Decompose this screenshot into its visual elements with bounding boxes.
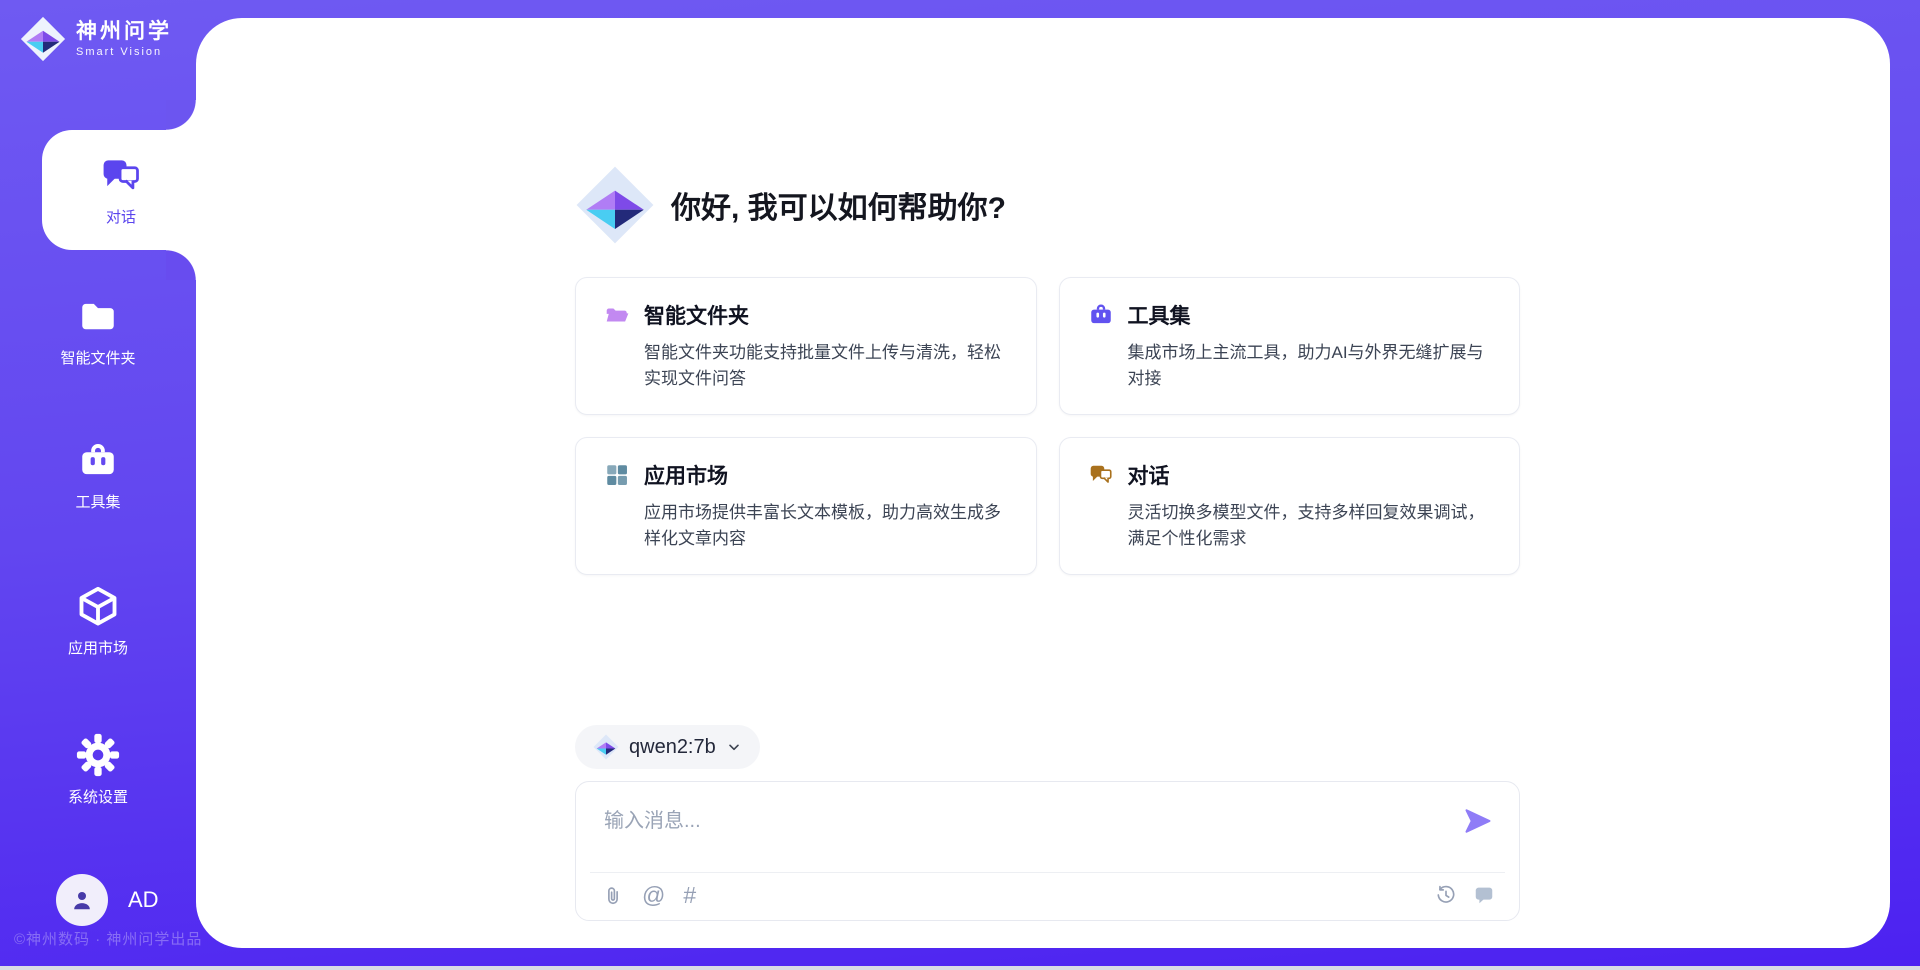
brand-logo-diamond-icon (20, 16, 66, 62)
model-selector[interactable]: qwen2:7b (575, 725, 760, 769)
chat-icon (99, 154, 143, 198)
model-name: qwen2:7b (629, 736, 716, 759)
paperclip-icon (602, 884, 624, 906)
sidebar-item-folders[interactable]: 智能文件夹 (0, 296, 196, 368)
card-description: 集成市场上主流工具，助力AI与外界无缝扩展与对接 (1128, 340, 1492, 392)
sidebar-item-label: 系统设置 (68, 786, 128, 807)
card-description: 智能文件夹功能支持批量文件上传与清洗，轻松实现文件问答 (644, 340, 1008, 392)
at-icon: @ (642, 882, 665, 908)
user-profile[interactable]: AD (56, 874, 159, 926)
avatar (56, 874, 108, 926)
card-toolset[interactable]: 工具集 集成市场上主流工具，助力AI与外界无缝扩展与对接 (1059, 277, 1521, 415)
sidebar-item-tools[interactable]: 工具集 (0, 440, 196, 512)
composer-divider (590, 872, 1505, 873)
hashtag-button[interactable]: # (683, 884, 696, 906)
history-icon (1435, 884, 1457, 906)
card-smart-folder[interactable]: 智能文件夹 智能文件夹功能支持批量文件上传与清洗，轻松实现文件问答 (575, 277, 1037, 415)
card-title: 工具集 (1128, 300, 1191, 330)
cube-icon (76, 584, 120, 628)
card-description: 灵活切换多模型文件，支持多样回复效果调试，满足个性化需求 (1128, 500, 1492, 552)
sidebar-item-chat[interactable]: 对话 (42, 130, 200, 250)
folder-open-icon (604, 302, 630, 328)
send-button[interactable] (1463, 806, 1493, 836)
brand-subtitle: Smart Vision (76, 46, 172, 58)
feature-cards: 智能文件夹 智能文件夹功能支持批量文件上传与清洗，轻松实现文件问答 (575, 277, 1520, 575)
gear-icon (76, 733, 120, 777)
chat-bubble-icon (1473, 884, 1495, 906)
chevron-down-icon (726, 739, 742, 755)
card-title: 智能文件夹 (644, 300, 749, 330)
content: 你好, 我可以如何帮助你? 智能文件夹 智能文件夹功能支持批量文件上传与清洗，轻… (575, 165, 1520, 921)
send-icon (1463, 806, 1493, 836)
sidebar-item-settings[interactable]: 系统设置 (0, 733, 196, 807)
chat-icon (1088, 462, 1114, 488)
composer: @ # (575, 781, 1520, 921)
card-app-market[interactable]: 应用市场 应用市场提供丰富长文本模板，助力高效生成多样化文章内容 (575, 437, 1037, 575)
card-title: 对话 (1128, 460, 1170, 490)
user-icon (69, 887, 95, 913)
sidebar-item-label: 对话 (106, 206, 136, 227)
quick-chat-button[interactable] (1473, 884, 1495, 906)
tab-fillet-top (166, 100, 196, 130)
hash-icon: # (683, 882, 696, 908)
message-input[interactable] (602, 802, 1366, 864)
model-logo-diamond-icon (593, 734, 619, 760)
bottom-strip (0, 966, 1920, 970)
page-title: 你好, 我可以如何帮助你? (671, 183, 1006, 227)
greeting-logo-diamond-icon (575, 165, 655, 245)
attach-button[interactable] (602, 884, 624, 906)
history-button[interactable] (1435, 884, 1457, 906)
user-name: AD (128, 887, 159, 913)
folder-icon (77, 296, 119, 338)
sidebar-item-label: 智能文件夹 (60, 347, 135, 368)
greeting: 你好, 我可以如何帮助你? (575, 165, 1520, 245)
sidebar-item-market[interactable]: 应用市场 (0, 584, 196, 658)
sidebar-item-label: 工具集 (75, 491, 120, 512)
toolbox-icon (1088, 302, 1114, 328)
toolbox-icon (77, 440, 119, 482)
brand: 神州问学 Smart Vision (20, 16, 172, 62)
card-title: 应用市场 (644, 460, 728, 490)
brand-name: 神州问学 (76, 20, 172, 43)
card-description: 应用市场提供丰富长文本模板，助力高效生成多样化文章内容 (644, 500, 1008, 552)
copyright: ©神州数码 · 神州问学出品 (14, 928, 202, 949)
grid-icon (604, 462, 630, 488)
sidebar-item-label: 应用市场 (68, 637, 128, 658)
mention-button[interactable]: @ (642, 884, 665, 906)
card-chat[interactable]: 对话 灵活切换多模型文件，支持多样回复效果调试，满足个性化需求 (1059, 437, 1521, 575)
tab-fillet-bottom (166, 250, 196, 280)
